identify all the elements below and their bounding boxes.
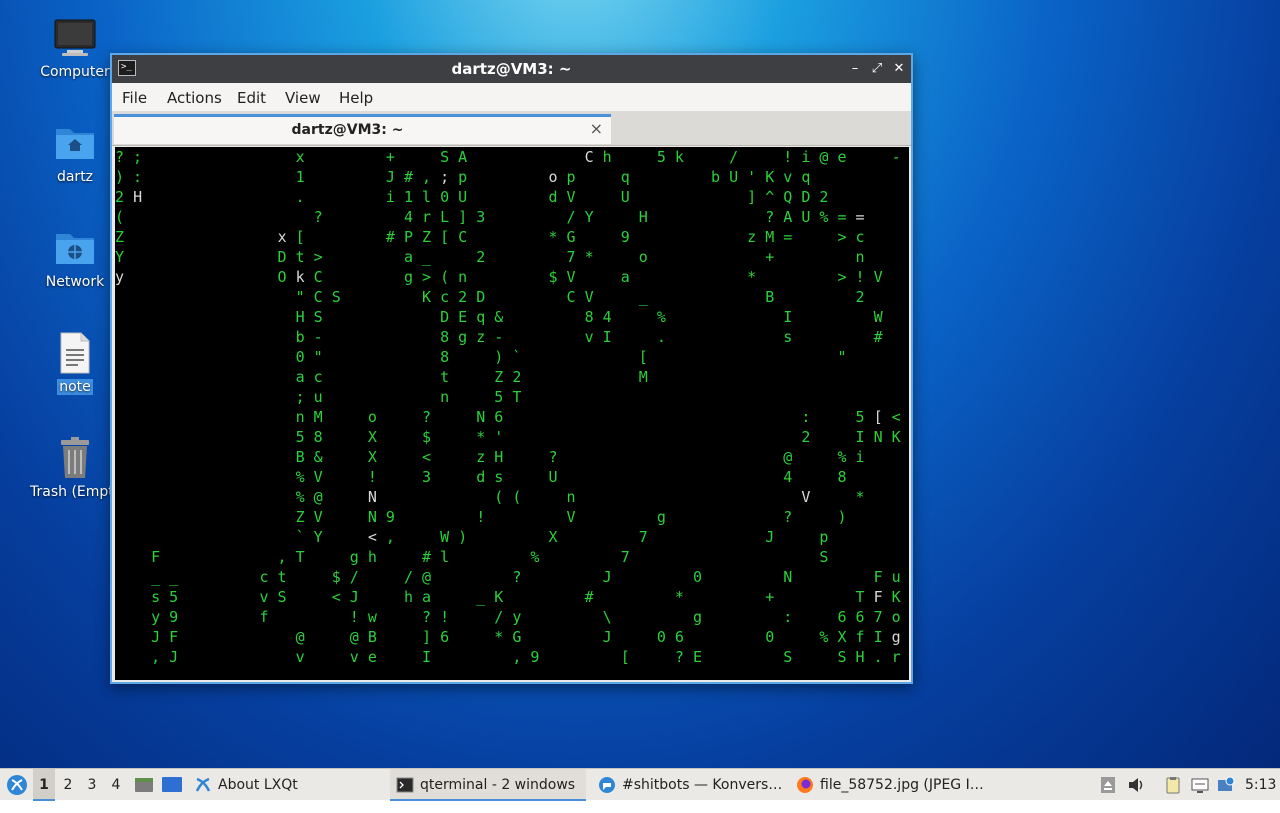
terminal-line: J F @ @ B ] 6 * G J 0 6 0 % X f I g U d … (115, 628, 901, 646)
computer-icon (53, 16, 97, 60)
workspace-2[interactable]: 2 (57, 769, 79, 801)
terminal-line: % V ! 3 d s U 4 8 h ^ & T (295, 468, 847, 486)
tray-eject-icon[interactable] (1099, 776, 1117, 794)
task-label: qterminal - 2 windows (420, 777, 576, 793)
terminal-line: " C S K c 2 D C V _ B 2 " : M D W e B (295, 288, 865, 306)
terminal-line: Z V N 9 ! V g ? ) . q - (295, 508, 847, 526)
task-about-lxqt[interactable]: About LXQt (188, 769, 408, 801)
terminal-line: B & X < z H ? @ % i o 4 ; 1 (115, 448, 909, 466)
terminal-line: _ _ c t $ / / @ ? J 0 N F u F I 4 r (115, 568, 909, 586)
task-label: #shitbots — Konvers… (622, 777, 783, 793)
workspace-1[interactable]: 1 (33, 769, 55, 801)
konversation-icon (599, 777, 615, 793)
terminal-line: b - 8 g z - v I . s # G * Y 2 p = (295, 328, 883, 346)
task-qterminal[interactable]: qterminal - 2 windows (390, 769, 586, 801)
menu-actions[interactable]: Actions (167, 89, 222, 107)
network-folder-icon (53, 226, 97, 270)
task-konversation[interactable]: #shitbots — Konvers… (592, 769, 814, 801)
start-menu-button[interactable] (4, 769, 30, 801)
matrix-rain-text: ? ; x + S A C h 5 k / ! i @ e - r _ n ) :… (115, 147, 909, 667)
terminal-icon (396, 777, 414, 793)
terminal-line: 5 8 X $ * ' 2 I N K V ! s Q (295, 428, 901, 446)
terminal-output[interactable]: ? ; x + S A C h 5 k / ! i @ e - r _ n ) :… (115, 147, 909, 680)
firefox-icon (797, 777, 813, 793)
tab-close-icon[interactable]: × (590, 119, 603, 138)
minimize-button[interactable]: – (845, 59, 865, 79)
tab-bar: dartz@VM3: ~ × (112, 111, 911, 146)
menu-view[interactable]: View (285, 89, 321, 107)
show-desktop-icon (162, 777, 182, 792)
lxqt-logo-icon (7, 775, 27, 795)
task-label: file_58752.jpg (JPEG I… (820, 777, 984, 793)
window-title: dartz@VM3: ~ (451, 60, 572, 78)
terminal-line: s 5 v S < J h a _ K # * + T F K M a E a (115, 588, 901, 606)
terminal-line: H S D E q & 8 4 % I W t e u t r a 3 (295, 308, 883, 326)
terminal-window[interactable]: >_ dartz@VM3: ~ – ⤢ ✕ File Actions Edit … (110, 53, 913, 684)
desktop-icon-label: Computer (40, 64, 110, 80)
terminal-line: 2 H . i 1 l 0 U d V U ] ^ Q D 2 ` E = o (115, 188, 829, 206)
terminal-line: F , T g h # l % 7 S J $ ( 2 P ] (115, 548, 909, 566)
desktop-icon-label: Network (45, 274, 105, 290)
quicklaunch-file-manager[interactable] (134, 769, 154, 801)
tray-network-icon[interactable] (1191, 776, 1209, 794)
desktop-icon-computer[interactable]: Computer (28, 16, 122, 80)
tray-notification-icon[interactable] (1217, 776, 1235, 794)
task-firefox-image[interactable]: file_58752.jpg (JPEG I… (790, 769, 1020, 801)
file-manager-icon (135, 778, 153, 792)
terminal-line: ; u n 5 T y h C @ r 5 ) (295, 388, 522, 406)
terminal-line: ( ? 4 r L ] 3 / Y H ? A U % = = C S y (115, 208, 865, 226)
workspace-4[interactable]: 4 (105, 769, 127, 801)
terminal-line: y O k C g > ( n $ V a * > ! V $ c ( 2 ; (115, 268, 883, 286)
quicklaunch-show-desktop[interactable] (161, 769, 183, 801)
desktop-icon-label: dartz (56, 169, 94, 185)
menu-file[interactable]: File (122, 89, 147, 107)
menu-edit[interactable]: Edit (237, 89, 266, 107)
menu-bar: File Actions Edit View Help (112, 83, 911, 111)
desktop-icon-home-folder[interactable]: dartz (28, 121, 122, 185)
task-label: About LXQt (218, 777, 298, 793)
tray-clipboard-icon[interactable] (1164, 776, 1182, 794)
terminal-line: , J v v e I , 9 [ ? E S S H . r d & R P … (151, 648, 901, 666)
trash-icon (53, 436, 97, 480)
terminal-line: Z x [ # P Z [ C * G 9 z M = > c z " < (115, 228, 865, 246)
menu-help[interactable]: Help (339, 89, 373, 107)
desktop-icon-label: note (57, 379, 93, 395)
desktop: Computer dartz Network note Trash (Empty… (0, 0, 1280, 768)
terminal-line: ` Y < , W ) X 7 J p ` M ? (115, 528, 829, 546)
desktop-icon-note[interactable]: note (28, 331, 122, 395)
desktop-icon-trash[interactable]: Trash (Empty) (28, 436, 128, 500)
terminal-line: Y D t > a _ 2 7 * o + n 6 Q X Q f V (115, 248, 909, 266)
terminal-line: ) : 1 J # , ; p o p q b U ' K v q x h ^ (115, 168, 811, 186)
tab-terminal[interactable]: dartz@VM3: ~ × (114, 114, 611, 144)
taskbar-clock[interactable]: 5:13 (1245, 769, 1277, 801)
desktop-icon-network[interactable]: Network (28, 226, 122, 290)
tray-volume-icon[interactable] (1127, 776, 1145, 794)
terminal-line: y 9 f ! w ? ! / y \ g : 6 6 7 o J q 6 8 (151, 608, 901, 626)
text-file-icon (53, 331, 97, 375)
terminal-line: ? ; x + S A C h 5 k / ! i @ e - r _ n (115, 148, 901, 166)
workspace-3[interactable]: 3 (81, 769, 103, 801)
home-folder-icon (53, 121, 97, 165)
tab-label: dartz@VM3: ~ (291, 122, 404, 138)
window-titlebar[interactable]: >_ dartz@VM3: ~ – ⤢ ✕ (112, 55, 911, 83)
maximize-button[interactable]: ⤢ (867, 59, 887, 79)
terminal-line: a c t Z 2 M a 2 Z X Z $ L (295, 368, 648, 386)
terminal-line: % @ N ( ( n V * 2 5 - (115, 488, 865, 506)
terminal-line: 0 " 8 ) ` [ " e @ S F f ) l W (295, 348, 847, 366)
close-button[interactable]: ✕ (889, 59, 909, 79)
terminal-line: n M o ? N 6 : 5 [ < w Z s + J (115, 408, 909, 426)
taskbar: 1 2 3 4 About LXQt qterminal - 2 windows… (0, 768, 1280, 801)
lxqt-app-icon (195, 777, 211, 792)
